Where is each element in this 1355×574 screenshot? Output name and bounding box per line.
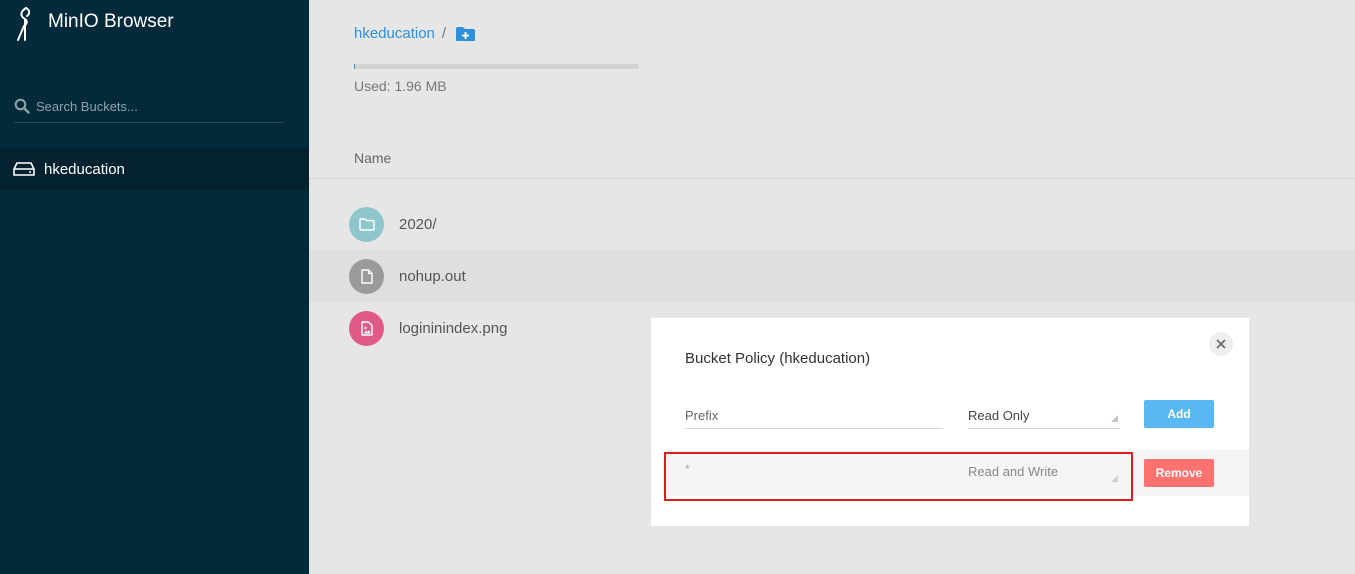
drive-icon <box>13 162 35 176</box>
file-name: nohup.out <box>399 267 466 285</box>
usage-progress-bar <box>354 64 639 69</box>
policy-row-select[interactable]: Read and Write <box>968 464 1120 484</box>
file-icon <box>349 258 384 294</box>
usage-progress-fill <box>354 64 355 69</box>
search-input[interactable] <box>36 98 276 114</box>
breadcrumb-bucket-link[interactable]: hkeducation <box>354 25 435 42</box>
sidebar: MinIO Browser hkeducation <box>0 0 309 574</box>
add-folder-icon[interactable] <box>455 26 476 42</box>
remove-button[interactable]: Remove <box>1144 459 1214 487</box>
modal-title: Bucket Policy (hkeducation) <box>685 350 871 367</box>
header-divider <box>309 178 1355 179</box>
file-row-nohup[interactable]: nohup.out <box>309 250 1355 302</box>
close-icon <box>1216 339 1226 349</box>
file-row-2020[interactable]: 2020/ <box>309 198 1355 250</box>
select-arrow-icon <box>1111 475 1118 482</box>
file-name: 2020/ <box>399 215 437 233</box>
minio-logo-icon <box>17 7 31 41</box>
column-header-name[interactable]: Name <box>354 150 391 166</box>
policy-row: * Read and Write Remove <box>663 450 1249 496</box>
file-name: logininindex.png <box>399 319 508 337</box>
image-file-icon <box>349 310 384 346</box>
app-title: MinIO Browser <box>48 11 174 32</box>
select-arrow-icon <box>1111 415 1118 422</box>
breadcrumb-separator: / <box>441 25 447 42</box>
logo: MinIO Browser <box>14 6 174 42</box>
sidebar-item-hkeducation[interactable]: hkeducation <box>0 148 309 190</box>
close-button[interactable] <box>1209 332 1233 356</box>
policy-prefix: * <box>685 462 690 476</box>
bucket-policy-modal: Bucket Policy (hkeducation) Read Only Ad… <box>651 318 1249 526</box>
folder-icon <box>349 206 384 242</box>
add-button[interactable]: Add <box>1144 400 1214 428</box>
sidebar-item-label: hkeducation <box>44 160 125 178</box>
usage-text: Used: 1.96 MB <box>354 78 447 94</box>
breadcrumb: hkeducation / <box>354 25 476 42</box>
policy-select-value: Read Only <box>968 407 1030 423</box>
policy-select[interactable]: Read Only <box>968 402 1120 429</box>
search-icon <box>14 98 30 114</box>
bucket-search <box>14 90 284 123</box>
prefix-input[interactable] <box>685 402 943 429</box>
policy-row-value: Read and Write <box>968 464 1059 479</box>
